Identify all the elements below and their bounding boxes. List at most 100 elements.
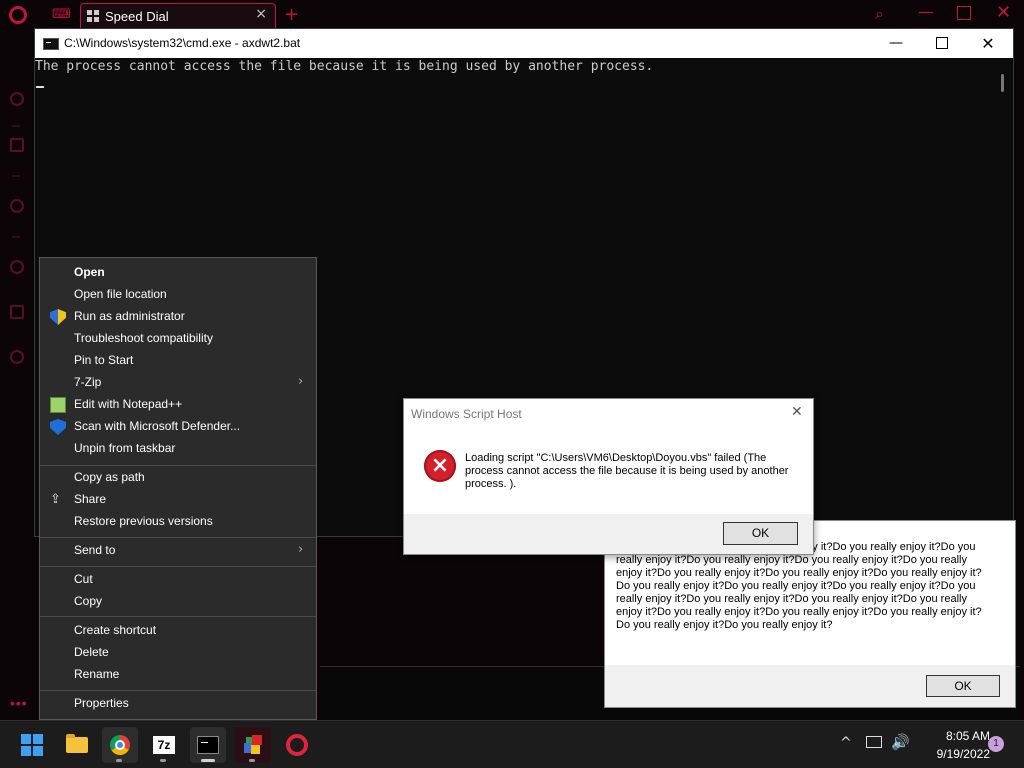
network-icon[interactable] <box>866 736 882 748</box>
taskbar-opera[interactable] <box>278 727 314 763</box>
taskbar-7zip[interactable]: 7z <box>146 727 182 763</box>
notepad-plus-plus-icon <box>50 397 66 413</box>
menu-item-label: Open file location <box>74 287 167 301</box>
uac-shield-icon <box>50 309 66 325</box>
menu-separator <box>40 537 316 538</box>
menu-item-label: Delete <box>74 645 109 659</box>
defender-icon <box>50 419 66 435</box>
doyou-ok-button[interactable]: OK <box>926 675 1000 697</box>
menu-separator <box>40 465 316 466</box>
minimize-icon[interactable]: — <box>918 2 934 21</box>
wsh-title-bar[interactable]: Windows Script Host ✕ <box>404 399 813 428</box>
menu-item-share[interactable]: ⇪ Share <box>40 489 316 511</box>
error-icon: × <box>424 450 456 482</box>
running-indicator <box>160 759 166 762</box>
sidebar-messenger-icon[interactable] <box>10 92 24 106</box>
minimize-button[interactable]: — <box>873 29 919 58</box>
wsh-error-dialog: Windows Script Host ✕ × Loading script "… <box>403 398 814 555</box>
taskbar-cmd[interactable] <box>190 727 226 763</box>
menu-item-label: 7-Zip <box>74 375 102 389</box>
menu-item-7zip[interactable]: 7-Zip › <box>40 372 316 394</box>
taskbar-file-explorer[interactable] <box>59 727 95 763</box>
clock-date[interactable]: 9/19/2022 <box>918 747 990 761</box>
taskbar-chrome[interactable] <box>102 727 138 763</box>
running-indicator <box>249 759 255 762</box>
menu-item-troubleshoot-compatibility[interactable]: Troubleshoot compatibility <box>40 328 316 350</box>
chrome-icon <box>110 735 130 755</box>
menu-item-run-as-administrator[interactable]: Run as administrator <box>40 306 316 328</box>
wsh-dialog-body: × Loading script "C:\Users\VM6\Desktop\D… <box>404 428 813 514</box>
menu-item-cut[interactable]: Cut <box>40 569 316 591</box>
menu-separator <box>40 690 316 691</box>
scrollbar-thumb[interactable] <box>1001 74 1004 92</box>
menu-item-scan-with-defender[interactable]: Scan with Microsoft Defender... <box>40 416 316 438</box>
menu-separator <box>40 566 316 567</box>
show-hidden-icons-button[interactable]: ^ <box>840 735 852 751</box>
menu-item-label: Scan with Microsoft Defender... <box>74 419 241 433</box>
menu-item-label: Edit with Notepad++ <box>74 397 183 411</box>
sidebar-divider <box>12 125 20 127</box>
notification-badge[interactable]: 1 <box>988 736 1004 752</box>
sidebar-divider <box>12 175 20 177</box>
opera-tab-bar: ⌨ Speed Dial × + ⌕ — ✕ <box>0 0 1024 30</box>
cmd-icon <box>43 38 59 50</box>
menu-item-copy-as-path[interactable]: Copy as path <box>40 467 316 489</box>
menu-item-send-to[interactable]: Send to › <box>40 540 316 562</box>
new-tab-button[interactable]: + <box>284 4 299 25</box>
wsh-ok-button[interactable]: OK <box>723 522 798 545</box>
clock-time[interactable]: 8:05 AM <box>918 729 990 743</box>
menu-item-restore-previous-versions[interactable]: Restore previous versions <box>40 511 316 533</box>
menu-item-rename[interactable]: Rename <box>40 664 316 686</box>
menu-item-label: Restore previous versions <box>74 514 213 528</box>
menu-separator <box>40 616 316 617</box>
maximize-icon <box>936 37 948 49</box>
menu-item-label: Run as administrator <box>74 309 185 323</box>
restore-icon[interactable] <box>957 6 971 20</box>
opera-logo-icon[interactable] <box>9 6 27 24</box>
menu-item-properties[interactable]: Properties <box>40 693 316 715</box>
sidebar-extension-icon[interactable] <box>10 350 24 364</box>
menu-item-copy[interactable]: Copy <box>40 591 316 613</box>
gamepad-icon[interactable]: ⌨ <box>52 7 71 22</box>
close-icon[interactable]: ✕ <box>791 404 803 420</box>
wsh-dialog-title: Windows Script Host <box>411 407 522 421</box>
menu-item-label: Unpin from taskbar <box>74 441 176 455</box>
chevron-right-icon: › <box>298 542 304 557</box>
cmd-window-title: C:\Windows\system32\cmd.exe - axdwt2.bat <box>64 36 301 50</box>
menu-item-open[interactable]: Open <box>40 262 316 284</box>
close-button[interactable]: ✕ <box>965 29 1011 58</box>
close-icon[interactable]: ✕ <box>996 2 1011 23</box>
7zip-icon: 7z <box>153 736 175 754</box>
start-button[interactable] <box>14 727 50 763</box>
search-icon[interactable]: ⌕ <box>875 4 884 24</box>
windows-logo-icon <box>21 734 43 756</box>
tab-close-icon[interactable]: × <box>255 6 267 22</box>
cmd-title-bar[interactable]: C:\Windows\system32\cmd.exe - axdwt2.bat… <box>35 29 1013 58</box>
wsh-error-message: Loading script "C:\Users\VM6\Desktop\Doy… <box>465 452 789 490</box>
menu-item-delete[interactable]: Delete <box>40 642 316 664</box>
sidebar-player-icon[interactable] <box>10 260 24 274</box>
cmd-icon <box>197 736 219 754</box>
menu-item-create-shortcut[interactable]: Create shortcut <box>40 620 316 642</box>
menu-item-edit-with-notepad[interactable]: Edit with Notepad++ <box>40 394 316 416</box>
console-cursor <box>36 86 44 88</box>
running-indicator <box>116 759 122 762</box>
sidebar-settings-icon[interactable] <box>10 305 24 319</box>
menu-item-label: Troubleshoot compatibility <box>74 331 213 345</box>
menu-item-label: Cut <box>74 572 93 586</box>
tab-speed-dial[interactable]: Speed Dial × <box>80 3 276 28</box>
taskbar-script-host[interactable] <box>235 727 271 763</box>
sidebar-more-icon[interactable]: ••• <box>10 695 28 711</box>
menu-item-pin-to-start[interactable]: Pin to Start <box>40 350 316 372</box>
maximize-button[interactable] <box>919 29 965 58</box>
menu-item-open-file-location[interactable]: Open file location <box>40 284 316 306</box>
script-host-icon <box>244 735 262 755</box>
menu-item-label: Properties <box>74 696 129 710</box>
menu-item-unpin-from-taskbar[interactable]: Unpin from taskbar <box>40 438 316 460</box>
speed-dial-icon <box>87 10 99 22</box>
volume-icon[interactable]: 🔊 <box>891 733 910 751</box>
sidebar-shopping-icon[interactable] <box>10 138 24 152</box>
sidebar-history-icon[interactable] <box>10 199 24 213</box>
menu-item-label: Copy <box>74 594 103 608</box>
tab-title: Speed Dial <box>105 9 169 24</box>
